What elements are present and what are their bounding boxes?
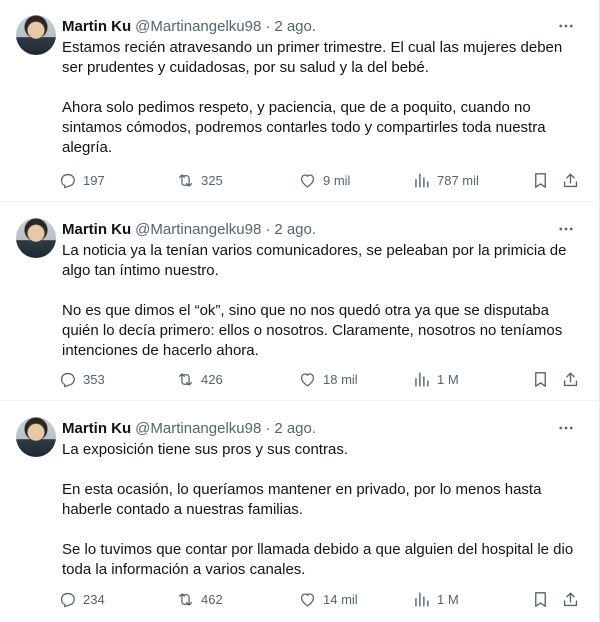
reply-button[interactable]: 197 [58, 168, 105, 192]
tweet-date[interactable]: 2 ago. [274, 221, 316, 238]
retweet-button[interactable]: 325 [176, 168, 223, 192]
views-icon [415, 591, 429, 607]
like-count: 9 mil [323, 172, 351, 188]
bookmark-button[interactable] [528, 168, 552, 192]
retweet-icon [178, 592, 193, 606]
separator: · [265, 220, 271, 238]
bookmark-button[interactable] [528, 587, 552, 611]
retweet-icon [178, 173, 193, 187]
tweet-header: Martin Ku @Martinangelku98 · 2 ago. [62, 16, 584, 36]
views-button[interactable]: 1 M [412, 367, 459, 391]
views-button[interactable]: 787 mil [412, 168, 479, 192]
author-handle[interactable]: @Martinangelku98 [135, 221, 261, 238]
more-icon[interactable] [552, 414, 580, 442]
reply-count: 353 [83, 371, 105, 387]
like-button[interactable]: 18 mil [298, 367, 358, 391]
share-button[interactable] [558, 367, 582, 391]
tweet-paragraph: La noticia ya la tenían varios comunicad… [62, 242, 567, 279]
bookmark-button[interactable] [528, 367, 552, 391]
like-count: 18 mil [323, 371, 358, 387]
author-name[interactable]: Martin Ku [62, 18, 131, 35]
more-icon[interactable] [552, 12, 580, 40]
more-icon[interactable] [552, 215, 580, 243]
tweet-date[interactable]: 2 ago. [274, 18, 316, 35]
reply-icon [60, 372, 75, 387]
author-handle[interactable]: @Martinangelku98 [135, 420, 261, 437]
tweet-text: La noticia ya la tenían varios comunicad… [62, 241, 582, 361]
tweet[interactable]: Martin Ku @Martinangelku98 · 2 ago. La n… [0, 203, 598, 401]
bookmark-icon [534, 371, 546, 387]
share-button[interactable] [558, 587, 582, 611]
reply-count: 197 [83, 172, 105, 188]
heart-icon [300, 592, 315, 606]
share-icon [563, 591, 577, 606]
author-name[interactable]: Martin Ku [62, 221, 131, 238]
retweet-button[interactable]: 462 [176, 587, 223, 611]
author-handle[interactable]: @Martinangelku98 [135, 18, 261, 35]
bookmark-icon [534, 591, 546, 607]
tweet-paragraph: En esta ocasión, lo queríamos mantener e… [62, 481, 542, 518]
retweet-icon [178, 372, 193, 386]
timeline: Martin Ku @Martinangelku98 · 2 ago. Esta… [0, 0, 600, 622]
author-name[interactable]: Martin Ku [62, 420, 131, 437]
share-icon [563, 172, 577, 187]
share-button[interactable] [558, 168, 582, 192]
tweet-date[interactable]: 2 ago. [274, 420, 316, 437]
reply-button[interactable]: 234 [58, 587, 105, 611]
action-bar: 197 325 9 mil 787 mil [58, 168, 584, 192]
tweet-text: La exposición tiene sus pros y sus contr… [62, 440, 582, 580]
heart-icon [300, 173, 315, 187]
reply-icon [60, 592, 75, 607]
views-count: 1 M [437, 591, 459, 607]
share-icon [563, 371, 577, 386]
reply-button[interactable]: 353 [58, 367, 105, 391]
reply-count: 234 [83, 591, 105, 607]
retweet-count: 426 [201, 371, 223, 387]
avatar[interactable] [16, 218, 56, 258]
views-count: 1 M [437, 371, 459, 387]
retweet-button[interactable]: 426 [176, 367, 223, 391]
tweet-text: Estamos recién atravesando un primer tri… [62, 38, 582, 158]
tweet[interactable]: Martin Ku @Martinangelku98 · 2 ago. Esta… [0, 0, 598, 202]
retweet-count: 325 [201, 172, 223, 188]
heart-icon [300, 372, 315, 386]
separator: · [265, 17, 271, 35]
reply-icon [60, 173, 75, 188]
tweet-paragraph: No es que dimos el “ok”, sino que no nos… [62, 302, 563, 359]
bookmark-icon [534, 172, 546, 188]
tweet-header: Martin Ku @Martinangelku98 · 2 ago. [62, 418, 584, 438]
tweet-paragraph: La exposición tiene sus pros y sus contr… [62, 441, 348, 458]
like-count: 14 mil [323, 591, 358, 607]
like-button[interactable]: 9 mil [298, 168, 350, 192]
action-bar: 353 426 18 mil 1 M [58, 367, 584, 391]
retweet-count: 462 [201, 591, 223, 607]
action-bar: 234 462 14 mil 1 M [58, 587, 584, 611]
tweet[interactable]: Martin Ku @Martinangelku98 · 2 ago. La e… [0, 402, 598, 622]
separator: · [265, 419, 271, 437]
tweet-paragraph: Se lo tuvimos que contar por llamada deb… [62, 541, 574, 578]
tweet-paragraph: Ahora solo pedimos respeto, y paciencia,… [62, 99, 546, 156]
tweet-paragraph: Estamos recién atravesando un primer tri… [62, 39, 563, 76]
like-button[interactable]: 14 mil [298, 587, 358, 611]
views-count: 787 mil [437, 172, 479, 188]
views-icon [415, 172, 429, 188]
avatar[interactable] [16, 15, 56, 55]
views-button[interactable]: 1 M [412, 587, 459, 611]
tweet-header: Martin Ku @Martinangelku98 · 2 ago. [62, 219, 584, 239]
avatar[interactable] [16, 417, 56, 457]
views-icon [415, 371, 429, 387]
